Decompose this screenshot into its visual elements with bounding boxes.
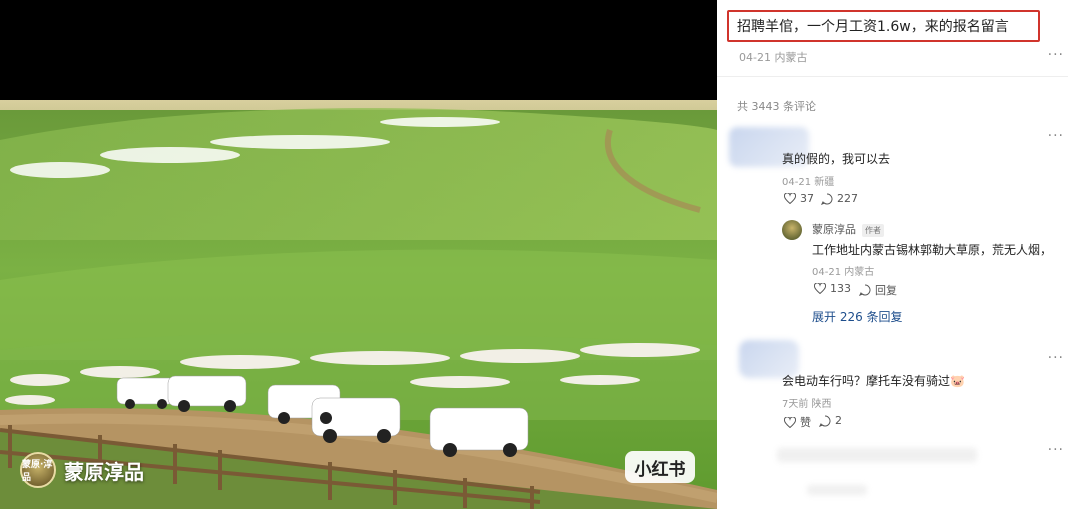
author-avatar[interactable]	[782, 220, 802, 240]
watermark-text: 蒙原淳品	[64, 459, 144, 484]
obscured-meta	[807, 485, 867, 495]
reply-text: 工作地址内蒙古锡林郭勒大草原，荒无人烟，	[812, 243, 1053, 257]
reply-meta: 04-21 内蒙古	[812, 267, 875, 278]
like-button[interactable]: 赞	[784, 414, 811, 430]
post-title: 招聘羊倌，一个月工资1.6w，来的报名留言	[727, 10, 1040, 42]
comment-text: 会电动车行吗？摩托车没有骑过🐷	[782, 374, 965, 388]
reply-count: 227	[837, 192, 858, 205]
reply-label: 回复	[875, 284, 897, 297]
reply-count: 2	[835, 414, 842, 427]
watermark: 蒙原·淳品 蒙原淳品	[20, 452, 144, 488]
heart-icon	[784, 416, 796, 428]
screenshot-root: 蒙原·淳品 蒙原淳品 小红书 招聘羊倌，一个月工资1.6w，来的报名留言 04-…	[0, 0, 1080, 509]
obscured-comment	[777, 448, 977, 462]
comment-text: 真的假的，我可以去	[782, 152, 891, 166]
author-name[interactable]: 蒙原淳品	[812, 223, 856, 236]
comment-icon	[821, 193, 833, 205]
comment-icon	[819, 415, 831, 427]
comment-count: 共 3443 条评论	[737, 100, 816, 113]
heart-icon	[814, 283, 826, 294]
post-media[interactable]: 蒙原·淳品 蒙原淳品 小红书	[0, 0, 717, 509]
author-tag: 作者	[862, 223, 884, 237]
like-button[interactable]: 133	[814, 282, 851, 295]
divider	[717, 76, 1068, 77]
like-count: 37	[800, 192, 814, 205]
expand-replies-link[interactable]: 展开 226 条回复	[812, 308, 903, 325]
more-icon[interactable]: ···	[1048, 47, 1064, 63]
more-icon[interactable]: ···	[1048, 350, 1064, 366]
watermark-logo: 蒙原·淳品	[20, 452, 56, 488]
like-label: 赞	[800, 416, 811, 429]
more-icon[interactable]: ···	[1048, 442, 1064, 458]
comment-icon	[859, 284, 871, 296]
grassland-photo	[0, 100, 717, 509]
more-icon[interactable]: ···	[1048, 128, 1064, 144]
post-meta: 04-21 内蒙古	[739, 51, 808, 64]
comment-meta: 04-21 新疆	[782, 177, 835, 188]
reply-button[interactable]: 227	[821, 192, 858, 205]
platform-badge: 小红书	[625, 451, 695, 483]
like-button[interactable]: 37	[784, 192, 814, 205]
comments-panel: 招聘羊倌，一个月工资1.6w，来的报名留言 04-21 内蒙古 ··· 共 34…	[717, 0, 1080, 509]
like-count: 133	[830, 282, 851, 295]
reply-author: 蒙原淳品 作者	[812, 221, 884, 237]
reply-button[interactable]: 回复	[859, 282, 897, 298]
comment-meta: 7天前 陕西	[782, 399, 832, 410]
heart-icon	[784, 193, 796, 204]
reply-button[interactable]: 2	[819, 414, 842, 427]
